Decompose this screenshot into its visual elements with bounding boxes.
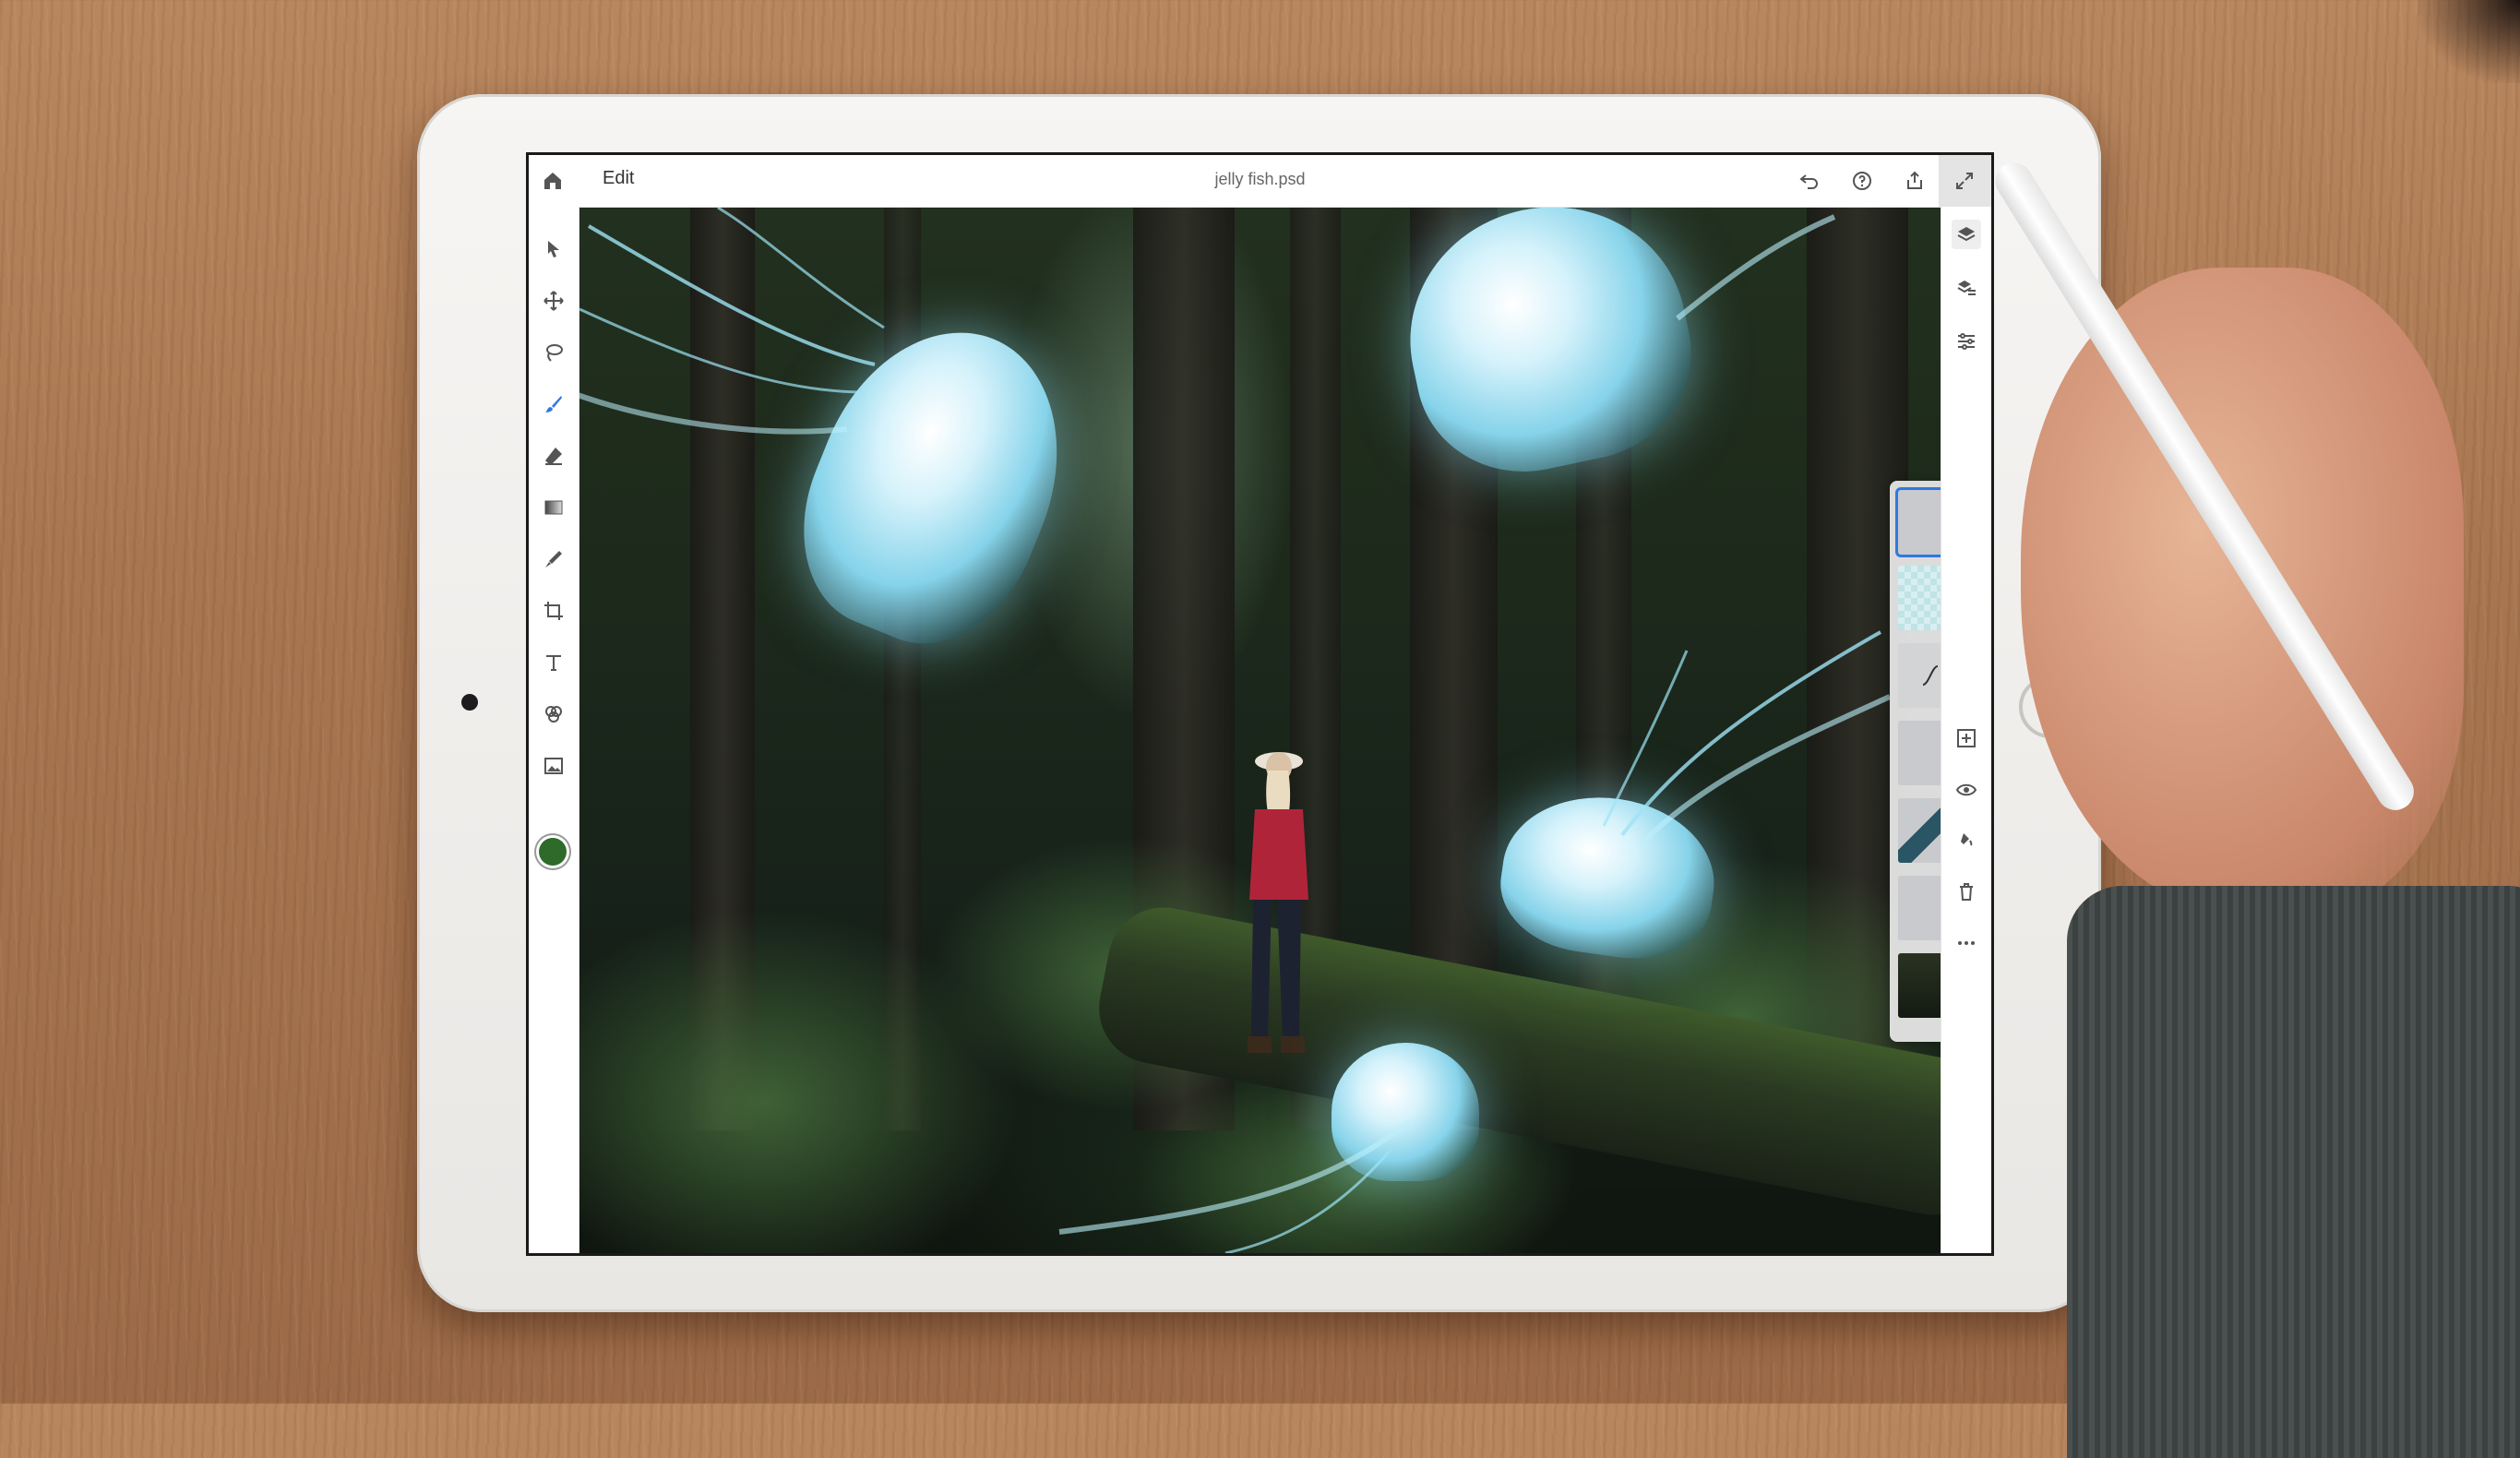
jellyfish-tentacles — [1602, 630, 1890, 847]
more-icon[interactable] — [1952, 928, 1981, 958]
share-icon[interactable] — [1900, 166, 1929, 196]
gradient-icon[interactable] — [539, 493, 568, 522]
visibility-icon[interactable] — [1952, 775, 1981, 805]
layer-properties-icon[interactable] — [1952, 273, 1981, 303]
jellyfish-tentacles — [579, 208, 885, 435]
layer-tools-panel — [1941, 207, 1991, 1253]
document-canvas[interactable] — [579, 208, 1941, 1253]
move-icon[interactable] — [539, 286, 568, 316]
undo-icon[interactable] — [1795, 166, 1824, 196]
top-bar: Edit jelly fish.psd — [529, 155, 1991, 208]
layer-thumbnail[interactable] — [1898, 643, 1941, 708]
layer-thumbnail[interactable] — [1898, 798, 1941, 863]
layers-strip — [1890, 481, 1941, 1042]
fill-icon[interactable] — [1952, 825, 1981, 854]
tools-panel — [529, 207, 579, 1253]
healing-icon[interactable] — [539, 544, 568, 574]
shadow — [2418, 0, 2520, 83]
brush-icon[interactable] — [539, 389, 568, 419]
expand-button[interactable] — [1939, 155, 1991, 207]
adjustment-sliders-icon[interactable] — [1952, 327, 1981, 356]
jellyfish-tentacles — [1676, 214, 1836, 321]
eraser-icon[interactable] — [539, 441, 568, 471]
layers-icon[interactable] — [1952, 220, 1981, 249]
hand — [2021, 268, 2464, 914]
foreground-color-swatch[interactable] — [539, 838, 567, 866]
layer-thumbnail[interactable] — [1898, 490, 1941, 555]
photoshop-app-window: Edit jelly fish.psd — [526, 152, 1994, 1256]
hiker-figure — [1248, 752, 1308, 1053]
help-icon[interactable] — [1847, 166, 1877, 196]
place-image-icon[interactable] — [539, 751, 568, 781]
add-layer-icon[interactable] — [1952, 723, 1981, 753]
document-title: jelly fish.psd — [1214, 170, 1306, 188]
curves-adjustment-icon — [1922, 665, 1939, 686]
crop-icon[interactable] — [539, 596, 568, 626]
layer-thumbnail[interactable] — [1898, 721, 1941, 785]
expand-icon — [1950, 166, 1979, 196]
delete-icon[interactable] — [1952, 877, 1981, 906]
sweater-sleeve — [2067, 886, 2520, 1458]
select-icon[interactable] — [539, 234, 568, 264]
jellyfish-tentacles — [1058, 1118, 1412, 1253]
adjustments-icon[interactable] — [539, 699, 568, 729]
front-camera — [461, 694, 478, 711]
type-icon[interactable] — [539, 648, 568, 677]
layer-thumbnail[interactable] — [1898, 953, 1941, 1018]
layer-thumbnail[interactable] — [1898, 566, 1941, 630]
lasso-icon[interactable] — [539, 338, 568, 367]
layer-thumbnail[interactable] — [1898, 876, 1941, 940]
